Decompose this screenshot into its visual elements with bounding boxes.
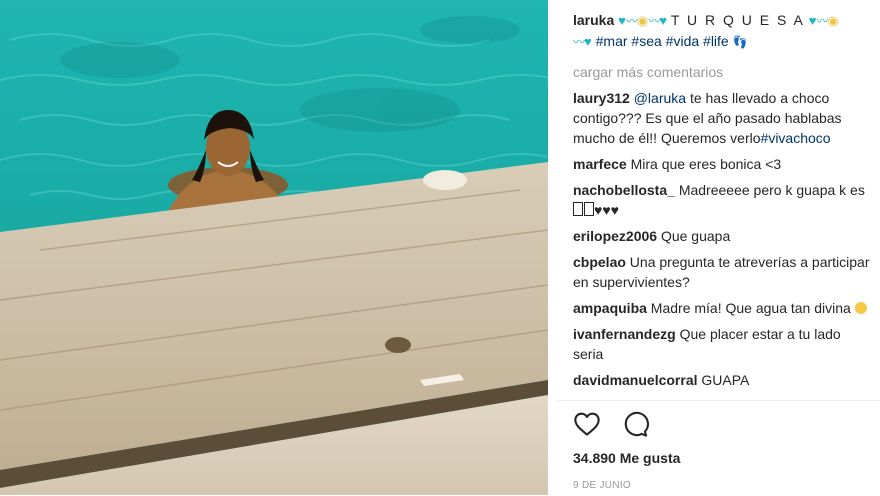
footprints-icon: 👣 bbox=[732, 35, 748, 49]
comment-username[interactable]: davidmanuelcorral bbox=[573, 372, 698, 388]
shell-icon: ◉ bbox=[636, 13, 649, 28]
photo-image bbox=[0, 0, 548, 495]
comment-username[interactable]: cbpelao bbox=[573, 254, 626, 270]
hashtag-life[interactable]: #life bbox=[703, 33, 729, 49]
comment-item: laury312 @laruka te has llevado a choco … bbox=[573, 88, 873, 148]
like-button[interactable] bbox=[573, 410, 603, 440]
comment-hearts: ♥♥♥ bbox=[594, 202, 619, 218]
heart-outline-icon bbox=[574, 412, 600, 436]
wave-icon: 〰 bbox=[816, 14, 828, 28]
emoji-placeholder-icon bbox=[584, 202, 594, 216]
comment-item: cbpelao Una pregunta te atreverías a par… bbox=[573, 252, 873, 292]
comment-text: Mira que eres bonica <3 bbox=[630, 156, 782, 172]
wave-icon: 〰 bbox=[648, 14, 660, 28]
comment-username[interactable]: ivanfernandezg bbox=[573, 326, 676, 342]
comment-text: GUAPA bbox=[701, 372, 750, 388]
smiling-face-icon bbox=[854, 302, 867, 314]
wave-icon: 〰 bbox=[625, 14, 638, 28]
comment-text: Que guapa bbox=[660, 228, 731, 244]
load-more-comments-link[interactable]: cargar más comentarios bbox=[573, 62, 723, 82]
hashtag-mar[interactable]: #mar bbox=[596, 33, 628, 49]
post-date[interactable]: 9 DE JUNIO bbox=[573, 476, 631, 496]
caption-title: T U R Q U E S A bbox=[670, 12, 805, 28]
comment-item: erilopez2006 Que guapa bbox=[573, 226, 873, 246]
comment-hashtag[interactable]: #vivachoco bbox=[761, 130, 831, 146]
turquoise-heart-icon: ♥ bbox=[584, 34, 592, 49]
section-divider bbox=[557, 400, 880, 401]
comment-item: marfece Mira que eres bonica <3 bbox=[573, 154, 873, 174]
hashtag-vida[interactable]: #vida bbox=[666, 33, 699, 49]
comment-username[interactable]: laury312 bbox=[573, 90, 630, 106]
comment-text: Madreeeee pero k guapa k es bbox=[678, 182, 865, 198]
comment-username[interactable]: ampaquiba bbox=[573, 300, 647, 316]
caption-username[interactable]: laruka bbox=[573, 12, 614, 28]
post-caption: laruka ♥〰◉〰♥ T U R Q U E S A ♥〰◉ 〰♥ #mar… bbox=[573, 10, 873, 52]
comment-username[interactable]: nachobellosta_ bbox=[573, 182, 675, 198]
comment-username[interactable]: marfece bbox=[573, 156, 627, 172]
comments-panel: laruka ♥〰◉〰♥ T U R Q U E S A ♥〰◉ 〰♥ #mar… bbox=[557, 0, 880, 495]
comment-text: Madre mía! Que agua tan divina bbox=[650, 300, 851, 316]
likes-count[interactable]: 34.890 Me gusta bbox=[573, 448, 680, 468]
turquoise-heart-icon: ♥ bbox=[659, 13, 667, 28]
comment-item: nachobellosta_ Madreeeee pero k guapa k … bbox=[573, 180, 873, 220]
comment-item: ampaquiba Madre mía! Que agua tan divina bbox=[573, 298, 873, 318]
turquoise-heart-icon: ♥ bbox=[618, 13, 626, 28]
comment-item: ivanfernandezg Que placer estar a tu lad… bbox=[573, 324, 873, 364]
wave-icon: 〰 bbox=[573, 35, 585, 49]
comment-username[interactable]: erilopez2006 bbox=[573, 228, 657, 244]
post-actions bbox=[573, 410, 665, 442]
hashtag-sea[interactable]: #sea bbox=[631, 33, 661, 49]
speech-bubble-icon bbox=[624, 411, 649, 437]
emoji-placeholder-icon bbox=[573, 202, 583, 216]
comment-item: davidmanuelcorral GUAPA bbox=[573, 370, 873, 390]
comment-button[interactable] bbox=[621, 410, 651, 440]
post-photo[interactable] bbox=[0, 0, 548, 495]
comment-mention[interactable]: @laruka bbox=[634, 90, 686, 106]
shell-icon: ◉ bbox=[827, 13, 839, 28]
comments-list: laury312 @laruka te has llevado a choco … bbox=[573, 88, 873, 400]
